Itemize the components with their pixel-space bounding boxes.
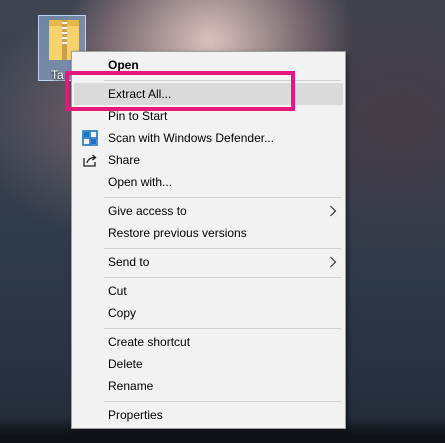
menu-item-properties[interactable]: Properties — [74, 404, 343, 426]
menu-item-label: Share — [108, 153, 141, 167]
menu-item-label: Scan with Windows Defender... — [108, 131, 275, 145]
menu-item-label: Give access to — [108, 204, 187, 218]
menu-item-rename[interactable]: Rename — [74, 375, 343, 397]
menu-item-cut[interactable]: Cut — [74, 280, 343, 302]
menu-item-restore-versions[interactable]: Restore previous versions — [74, 222, 343, 244]
menu-item-delete[interactable]: Delete — [74, 353, 343, 375]
menu-separator — [104, 197, 341, 198]
menu-separator — [104, 401, 341, 402]
menu-item-label: Copy — [108, 306, 137, 320]
menu-item-label: Send to — [108, 255, 150, 269]
menu-item-create-shortcut[interactable]: Create shortcut — [74, 331, 343, 353]
menu-item-label: Open with... — [108, 175, 173, 189]
menu-item-label: Cut — [108, 284, 127, 298]
menu-item-give-access[interactable]: Give access to — [74, 200, 343, 222]
share-icon — [83, 154, 97, 167]
windows-defender-icon — [82, 130, 98, 146]
menu-item-share[interactable]: Share — [74, 149, 343, 171]
annotation-highlight-box — [65, 71, 295, 111]
menu-item-label: Delete — [108, 357, 143, 371]
menu-item-open-with[interactable]: Open with... — [74, 171, 343, 193]
menu-item-scan-defender[interactable]: Scan with Windows Defender... — [74, 127, 343, 149]
chevron-right-icon — [330, 205, 337, 217]
menu-separator — [104, 248, 341, 249]
menu-item-copy[interactable]: Copy — [74, 302, 343, 324]
menu-item-label: Restore previous versions — [108, 226, 247, 240]
menu-item-send-to[interactable]: Send to — [74, 251, 343, 273]
desktop-icon-label: Ta — [51, 68, 64, 82]
menu-separator — [104, 277, 341, 278]
menu-separator — [104, 328, 341, 329]
menu-item-label: Rename — [108, 379, 154, 393]
menu-item-label: Create shortcut — [108, 335, 191, 349]
chevron-right-icon — [330, 256, 337, 268]
menu-item-label: Properties — [108, 408, 163, 422]
